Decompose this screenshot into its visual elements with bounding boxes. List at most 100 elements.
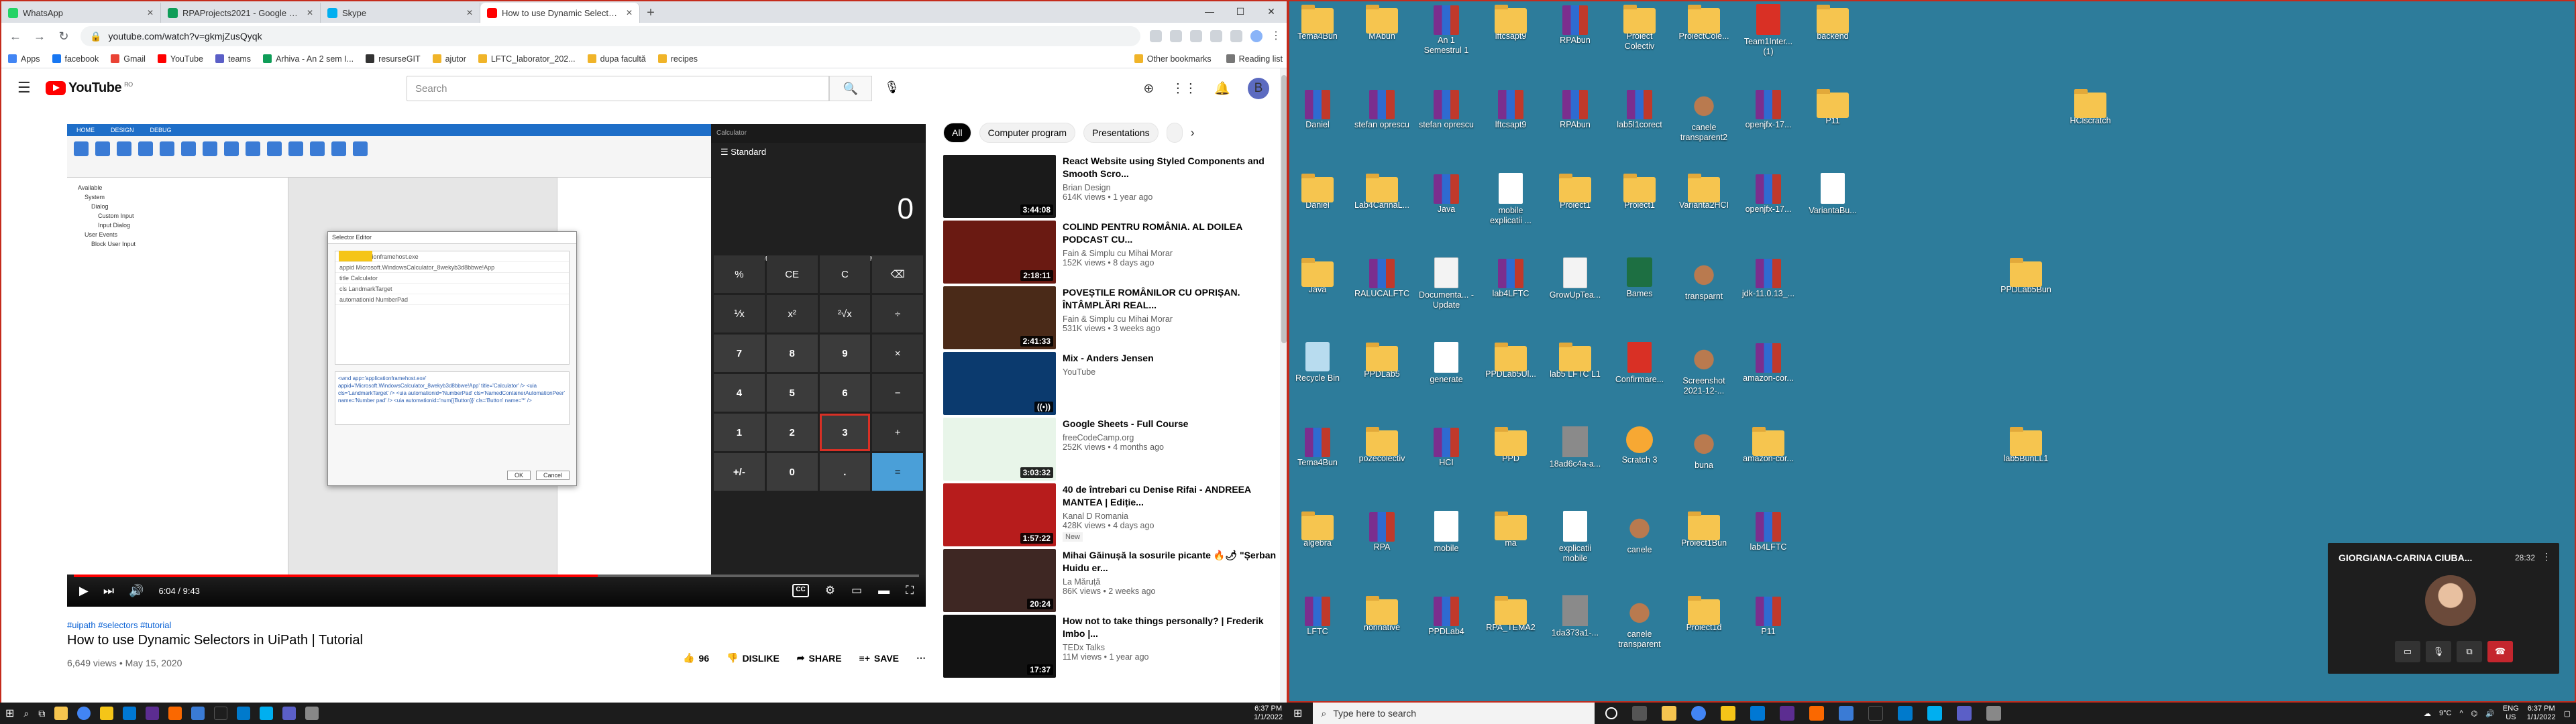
create-icon[interactable]: ⊕ bbox=[1143, 81, 1154, 97]
bookmark[interactable]: facebook bbox=[52, 54, 99, 64]
play-icon[interactable]: ▶ bbox=[79, 584, 89, 598]
bookmark[interactable]: Arhiva - An 2 sem I... bbox=[263, 54, 354, 64]
desktop-icon[interactable]: algebra bbox=[1289, 511, 1346, 548]
desktop-icon[interactable]: explicatii mobile bbox=[1547, 511, 1603, 564]
channel-name[interactable]: La Măruță bbox=[1063, 577, 1279, 587]
close-icon[interactable]: ✕ bbox=[307, 8, 313, 17]
tray-chevron-icon[interactable]: ^ bbox=[2459, 709, 2463, 717]
extension-icon[interactable] bbox=[1210, 30, 1222, 42]
uipath-icon[interactable] bbox=[191, 707, 205, 720]
video-thumbnail[interactable]: 2:18:11 bbox=[943, 221, 1056, 284]
video-thumbnail[interactable]: 3:03:32 bbox=[943, 418, 1056, 481]
recommendation-item[interactable]: 20:24 Mihai Găinușă la sosurile picante 🔥… bbox=[943, 549, 1279, 612]
bookmark[interactable]: ajutor bbox=[432, 54, 466, 64]
apps-grid-icon[interactable]: ⋮⋮ bbox=[1171, 81, 1197, 97]
channel-name[interactable]: Kanal D Romania bbox=[1063, 511, 1279, 521]
more-icon[interactable]: ⋮ bbox=[2542, 551, 2551, 562]
volume-icon[interactable]: 🔊 bbox=[2485, 709, 2495, 718]
vscode-icon[interactable] bbox=[237, 707, 251, 720]
skype-call-window[interactable]: GIORGIANA-CARINA CIUBA... 28:32 ⋮ ▭ 🎙 ⧉ … bbox=[2328, 543, 2559, 674]
desktop-icon[interactable]: Screenshot 2021-12-... bbox=[1676, 342, 1732, 396]
minimize-icon[interactable]: — bbox=[1194, 1, 1225, 21]
reload-icon[interactable]: ↻ bbox=[56, 29, 71, 44]
end-call-icon[interactable]: ☎ bbox=[2487, 641, 2513, 662]
skype-icon[interactable] bbox=[260, 707, 274, 720]
desktop-icon[interactable]: RPA_TEMA2 bbox=[1483, 595, 1539, 633]
desktop-icon[interactable]: LFTC bbox=[1289, 595, 1346, 637]
desktop-icon[interactable]: openjfx-17... bbox=[1740, 88, 1796, 130]
close-icon[interactable]: ✕ bbox=[626, 8, 633, 17]
desktop-icon[interactable]: Daniel bbox=[1289, 88, 1346, 130]
bookmark[interactable]: teams bbox=[215, 54, 251, 64]
desktop-icon[interactable]: P11 bbox=[1740, 595, 1796, 637]
desktop-icon[interactable]: Proiect1d bbox=[1676, 595, 1732, 633]
video-thumbnail[interactable]: 2:41:33 bbox=[943, 286, 1056, 349]
recommendation-title[interactable]: Google Sheets - Full Course bbox=[1063, 418, 1279, 430]
desktop-icon[interactable]: lftcsapt9 bbox=[1483, 88, 1539, 130]
file-explorer-icon[interactable] bbox=[1662, 706, 1677, 721]
recommendation-item[interactable]: 1:57:22 40 de întrebari cu Denise Rifai -… bbox=[943, 483, 1279, 546]
file-explorer-icon[interactable] bbox=[54, 707, 68, 720]
desktop-icon[interactable]: canele bbox=[1611, 511, 1668, 555]
weather-icon[interactable]: ☁ bbox=[2424, 709, 2431, 718]
chip[interactable]: Presentations bbox=[1083, 123, 1159, 143]
search-input[interactable]: Search bbox=[407, 76, 829, 101]
recommendation-item[interactable]: 3:03:32 Google Sheets - Full Course freeCo… bbox=[943, 418, 1279, 481]
more-icon[interactable]: ⋯ bbox=[916, 652, 926, 664]
recommendation-item[interactable]: ((•)) Mix - Anders Jensen YouTube bbox=[943, 352, 1279, 415]
uipath-icon[interactable] bbox=[1839, 706, 1854, 721]
desktop-icon[interactable]: Daniel bbox=[1289, 173, 1346, 210]
recommendation-title[interactable]: How not to take things personally? | Fre… bbox=[1063, 615, 1279, 640]
new-tab-button[interactable]: + bbox=[640, 3, 661, 23]
save-button[interactable]: ≡+ SAVE bbox=[859, 652, 899, 664]
desktop-icon[interactable]: nonnative bbox=[1354, 595, 1410, 633]
desktop-icon[interactable]: Confirmare... bbox=[1611, 342, 1668, 385]
recommendation-title[interactable]: Mihai Găinușă la sosurile picante 🔥🌶 "Șe… bbox=[1063, 549, 1279, 575]
video-thumbnail[interactable]: 17:37 bbox=[943, 615, 1056, 678]
channel-name[interactable]: TEDx Talks bbox=[1063, 643, 1279, 652]
desktop-icon[interactable]: amazon-cor... bbox=[1740, 342, 1796, 383]
extension-icon[interactable] bbox=[1190, 30, 1202, 42]
tab-whatsapp[interactable]: WhatsApp ✕ bbox=[1, 3, 161, 23]
camera-off-icon[interactable]: ▭ bbox=[2395, 641, 2420, 662]
desktop-icon[interactable]: Team1Inter... (1) bbox=[1740, 4, 1796, 57]
channel-name[interactable]: Fain & Simplu cu Mihai Morar bbox=[1063, 249, 1279, 258]
desktop-icon[interactable]: RPAbun bbox=[1547, 88, 1603, 130]
video-thumbnail[interactable]: ((•)) bbox=[943, 352, 1056, 415]
desktop-icon[interactable]: ma bbox=[1483, 511, 1539, 548]
desktop-icon[interactable]: Lab4CarinaL... bbox=[1354, 173, 1410, 210]
recommendation-title[interactable]: COLIND PENTRU ROMÂNIA. AL DOILEA PODCAST… bbox=[1063, 221, 1279, 246]
recommendation-item[interactable]: 3:44:08 React Website using Styled Compon… bbox=[943, 155, 1279, 218]
app-icon[interactable] bbox=[1809, 706, 1825, 721]
desktop-icon[interactable]: PPDLab5Bun bbox=[1998, 257, 2054, 295]
desktop-icon[interactable]: Java bbox=[1289, 257, 1346, 295]
back-icon[interactable]: ← bbox=[8, 29, 23, 44]
windows-start-icon[interactable]: ⊞ bbox=[5, 707, 14, 720]
desktop-icon[interactable]: RALUCALFTC bbox=[1354, 257, 1410, 299]
desktop-icon[interactable]: RPAbun bbox=[1547, 4, 1603, 46]
desktop-icon[interactable]: lftcsapt9 bbox=[1483, 4, 1539, 42]
video-thumbnail[interactable]: 3:44:08 bbox=[943, 155, 1056, 218]
dislike-button[interactable]: 👎 DISLIKE bbox=[727, 652, 780, 664]
windows-start-icon[interactable]: ⊞ bbox=[1293, 707, 1302, 720]
share-button[interactable]: ➦ SHARE bbox=[797, 652, 842, 664]
desktop-icon[interactable]: Scratch 3 bbox=[1611, 426, 1668, 465]
bookmark[interactable]: LFTC_laborator_202... bbox=[478, 54, 576, 64]
app-icon[interactable] bbox=[168, 707, 182, 720]
desktop-icon[interactable]: Recycle Bin bbox=[1289, 342, 1346, 383]
search-button[interactable]: 🔍 bbox=[829, 76, 872, 101]
desktop-icon[interactable]: mobile explicatii ... bbox=[1483, 173, 1539, 226]
desktop-icon[interactable]: Proiect Colectiv bbox=[1611, 4, 1668, 52]
recommendation-title[interactable]: POVEȘTILE ROMÂNILOR CU OPRIȘAN. ÎNTÂMPLĂ… bbox=[1063, 286, 1279, 312]
recommendation-title[interactable]: Mix - Anders Jensen bbox=[1063, 352, 1279, 365]
desktop-icon[interactable]: 18ad6c4a-a... bbox=[1547, 426, 1603, 469]
channel-name[interactable]: Fain & Simplu cu Mihai Morar bbox=[1063, 314, 1279, 324]
notification-icon[interactable]: ▢ bbox=[2564, 709, 2571, 718]
desktop-icon[interactable]: HCI bbox=[1418, 426, 1474, 468]
extension-icon[interactable] bbox=[1170, 30, 1182, 42]
chip-overflow[interactable] bbox=[1166, 123, 1183, 143]
desktop-icon[interactable]: jdk-11.0.13_... bbox=[1740, 257, 1796, 299]
bookmark[interactable]: recipes bbox=[657, 54, 698, 64]
desktop-icon[interactable]: 1da373a1-... bbox=[1547, 595, 1603, 638]
close-icon[interactable]: ✕ bbox=[147, 8, 154, 17]
